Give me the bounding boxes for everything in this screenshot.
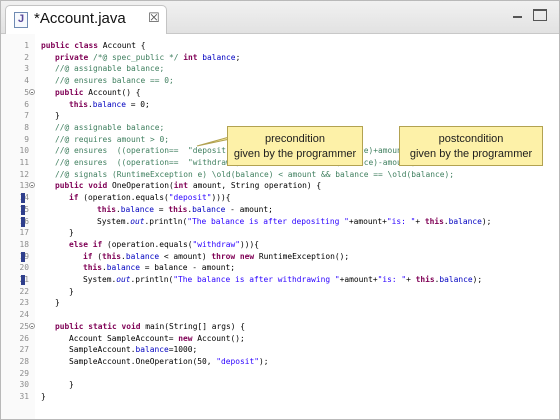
precondition-callout-line2: given by the programmer [233, 148, 357, 160]
postcondition-callout: postcondition given by the programmer [399, 126, 543, 166]
precondition-callout-line1: precondition [265, 133, 325, 145]
maximize-button[interactable] [533, 9, 547, 21]
postcondition-callout-line1: postcondition [438, 133, 504, 145]
editor-window: *Account.java ☒ 1public class Account {2… [0, 0, 560, 420]
tab-title: *Account.java [34, 10, 126, 27]
postcondition-callout-line2: given by the programmer [409, 148, 533, 160]
code-editor[interactable]: 1 public class Account {2 private /*@ spec… [1, 34, 559, 419]
minimize-button[interactable] [511, 9, 525, 21]
precondition-callout: precondition given by the programmer [227, 126, 363, 166]
java-file-icon [14, 12, 28, 28]
tab-account-java[interactable]: *Account.java ☒ [5, 5, 167, 34]
close-icon[interactable]: ☒ [148, 11, 160, 26]
editor-tab-bar: *Account.java ☒ [1, 1, 559, 34]
callout-pointers [196, 131, 472, 158]
